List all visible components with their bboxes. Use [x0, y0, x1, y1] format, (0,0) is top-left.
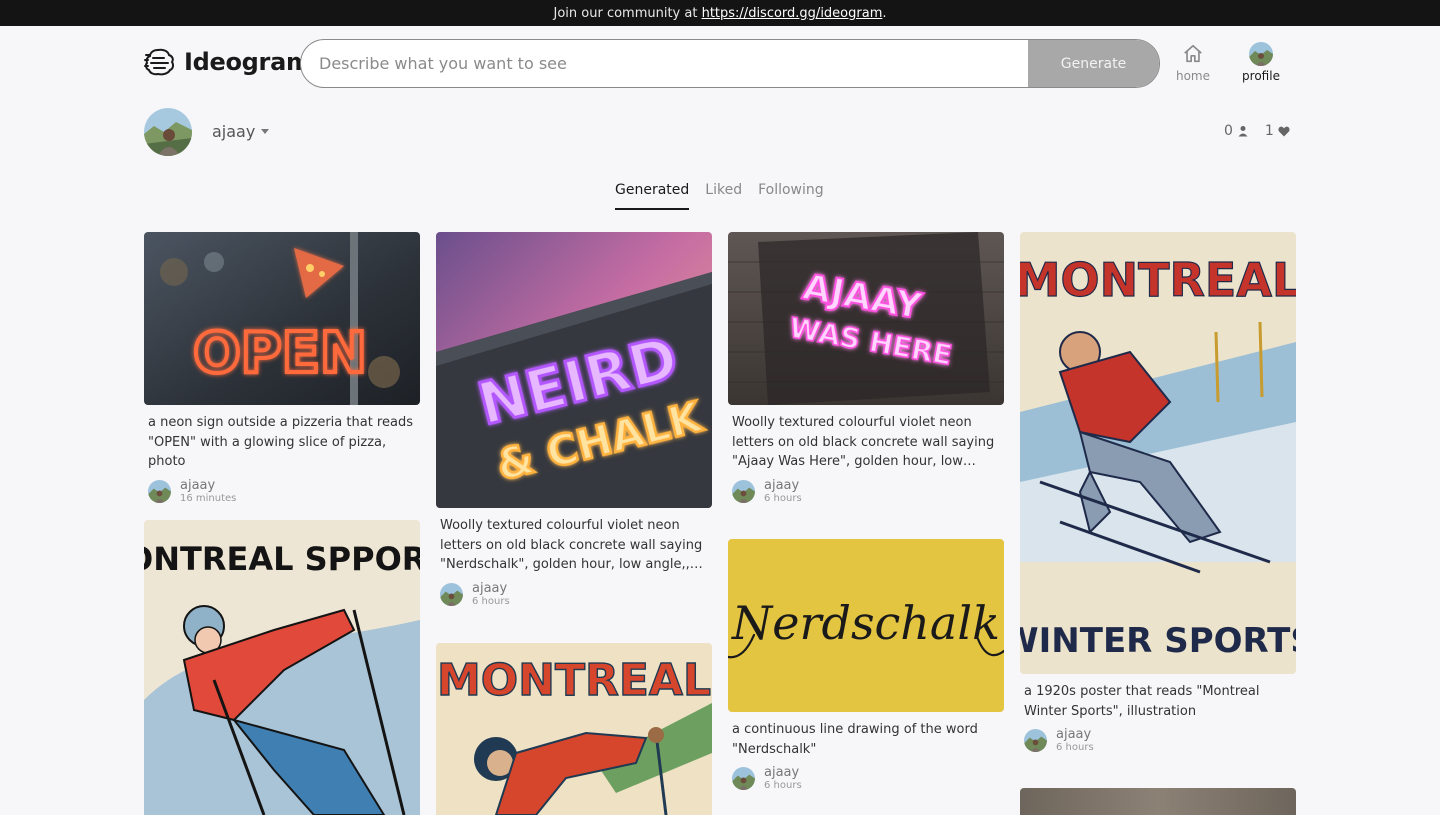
discord-link[interactable]: https://discord.gg/ideogram: [702, 6, 883, 21]
generated-image[interactable]: [1020, 788, 1296, 815]
followers-count: 0: [1224, 123, 1233, 139]
ideogram-logo[interactable]: Ideogram: [144, 46, 311, 78]
caret-down-icon: [261, 129, 270, 134]
followers-stat[interactable]: 0: [1224, 123, 1249, 139]
card-image-text: MONTREAL SPPORTS: [144, 540, 420, 578]
image-card[interactable]: MONTREAL SPPORTS: [144, 520, 420, 815]
author-avatar-icon: [732, 479, 755, 503]
post-time: 6 hours: [1056, 742, 1094, 753]
logo-text: Ideogram: [184, 48, 311, 76]
post-time: 6 hours: [764, 780, 802, 791]
community-banner: Join our community at https://discord.gg…: [0, 0, 1440, 26]
author-avatar-icon: [732, 767, 755, 790]
card-prompt: a 1920s poster that reads "Montreal Wint…: [1024, 684, 1260, 719]
author-name: ajaay: [180, 477, 216, 493]
card-author[interactable]: ajaay 16 minutes: [148, 478, 416, 505]
author-name: ajaay: [1056, 727, 1092, 742]
generated-image[interactable]: MONTREAL SPPORTS: [144, 520, 420, 815]
image-card[interactable]: AJAAY WAS HERE Woolly textured colourful…: [728, 232, 1004, 505]
generated-image[interactable]: MONTREAL WINTER SPORTS: [1020, 232, 1296, 674]
card-prompt: a continuous line drawing of the word "N…: [732, 722, 978, 757]
author-avatar-icon: [440, 582, 463, 606]
card-author[interactable]: ajaay 6 hours: [732, 765, 1000, 792]
author-name: ajaay: [764, 477, 800, 493]
card-prompt: Woolly textured colourful violet neon le…: [732, 415, 995, 469]
card-image-text: MONTREAL: [437, 655, 711, 706]
tab-following[interactable]: Following: [758, 182, 824, 210]
post-time: 6 hours: [764, 492, 802, 504]
nav-home-label: home: [1175, 69, 1211, 83]
generated-image[interactable]: OPEN: [144, 232, 420, 405]
card-image-text: Nerdschalk: [731, 596, 1000, 650]
card-prompt: a neon sign outside a pizzeria that read…: [148, 415, 413, 469]
profile-stats: 0 1: [1224, 123, 1290, 139]
nav-home[interactable]: home: [1163, 42, 1223, 83]
post-time: 6 hours: [472, 595, 510, 607]
nav-profile[interactable]: profile: [1231, 42, 1291, 83]
profile-avatar: [144, 108, 192, 156]
tab-generated[interactable]: Generated: [615, 182, 690, 210]
banner-text: Join our community at: [553, 5, 698, 21]
generated-image[interactable]: MONTREAL: [436, 643, 712, 815]
nav-profile-label: profile: [1242, 69, 1280, 83]
author-name: ajaay: [472, 580, 508, 596]
generate-button[interactable]: Generate: [1028, 40, 1159, 87]
tab-liked[interactable]: Liked: [705, 182, 742, 210]
card-image-text: OPEN: [193, 321, 367, 386]
card-prompt: Woolly textured colourful violet neon le…: [440, 518, 703, 572]
generated-image[interactable]: AJAAY WAS HERE: [728, 232, 1004, 405]
likes-count: 1: [1264, 123, 1274, 139]
generated-image[interactable]: NEIRD & CHALK: [436, 232, 712, 508]
post-time: 16 minutes: [180, 492, 237, 504]
banner-suffix: .: [882, 5, 887, 21]
card-image-text: WINTER SPORTS: [1020, 621, 1296, 661]
generated-image[interactable]: Nerdschalk: [728, 539, 1004, 712]
image-card[interactable]: Nerdschalk a continuous line drawing of …: [728, 539, 1004, 792]
image-card[interactable]: [1020, 788, 1296, 815]
brain-logo-icon: [144, 48, 175, 76]
author-avatar-icon: [1024, 729, 1047, 752]
home-icon: [1181, 42, 1205, 66]
person-icon: [1238, 126, 1248, 137]
user-avatar-icon: [1249, 42, 1273, 66]
prompt-search-bar: Generate: [300, 39, 1160, 88]
heart-icon: [1278, 126, 1290, 136]
card-author[interactable]: ajaay 6 hours: [1024, 727, 1292, 754]
image-card[interactable]: NEIRD & CHALK Woolly textured colourful …: [436, 232, 712, 608]
author-avatar-icon: [148, 479, 171, 503]
image-card[interactable]: OPEN a neon sign outside a pizzeria that…: [144, 232, 420, 505]
card-author[interactable]: ajaay 6 hours: [440, 581, 708, 608]
card-author[interactable]: ajaay 6 hours: [732, 478, 1000, 505]
card-image-text: MONTREAL: [1020, 253, 1296, 307]
image-card[interactable]: MONTREAL: [436, 643, 712, 815]
prompt-input[interactable]: [301, 40, 1028, 87]
likes-stat[interactable]: 1: [1265, 123, 1290, 139]
author-name: ajaay: [764, 765, 800, 780]
image-card[interactable]: MONTREAL WINTER SPORTS a 1920s poster th…: [1020, 232, 1296, 754]
profile-tabs: Generated Liked Following: [615, 182, 824, 210]
username-text: ajaay: [212, 122, 256, 141]
username-dropdown[interactable]: ajaay: [212, 122, 270, 141]
